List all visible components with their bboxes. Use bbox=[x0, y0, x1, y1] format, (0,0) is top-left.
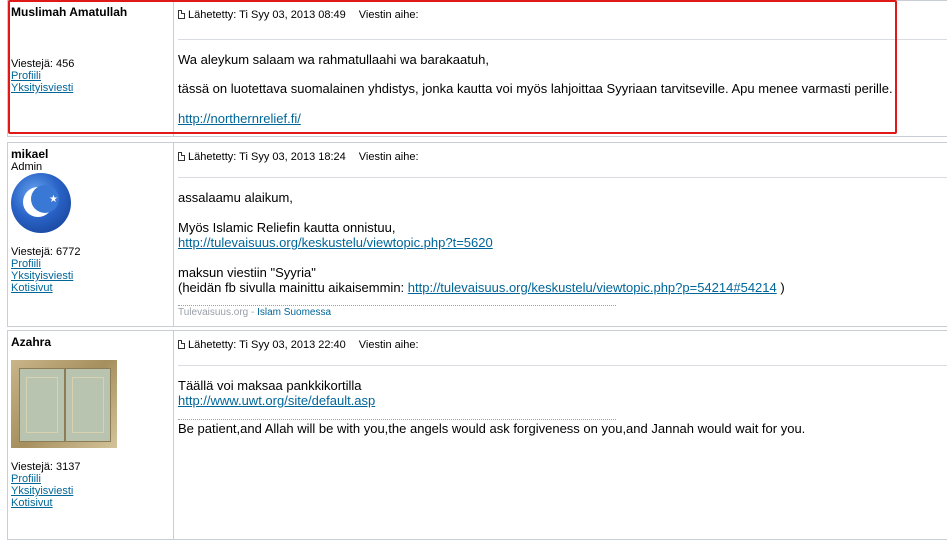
signature-separator bbox=[178, 305, 616, 306]
header-separator bbox=[178, 177, 947, 178]
northernrelief-link[interactable]: http://northernrelief.fi/ bbox=[178, 111, 301, 126]
post-icon[interactable] bbox=[178, 152, 185, 161]
post-subject: Viestin aihe: bbox=[358, 9, 419, 21]
uwt-link[interactable]: http://www.uwt.org/site/default.asp bbox=[178, 393, 375, 408]
post-date: Lähetetty: Ti Syy 03, 2013 22:40 bbox=[188, 339, 346, 351]
signature-site: Tulevaisuus.org bbox=[178, 307, 249, 318]
crescent-star-icon: ★ bbox=[11, 173, 71, 233]
homepage-link[interactable]: Kotisivut bbox=[11, 282, 73, 294]
header-separator bbox=[178, 365, 947, 366]
post-author-panel: Azahra Viestejä: 3137 Profiili Yksityisv… bbox=[8, 331, 174, 539]
post-body: Lähetetty: Ti Syy 03, 2013 18:24 Viestin … bbox=[174, 143, 947, 326]
post-author-panel: Muslimah Amatullah Viestejä: 456 Profiil… bbox=[8, 1, 174, 136]
profile-link[interactable]: Profiili bbox=[11, 473, 73, 485]
homepage-link[interactable]: Kotisivut bbox=[11, 497, 73, 509]
profile-link[interactable]: Profiili bbox=[11, 70, 73, 82]
signature: Tulevaisuus.org - Islam Suomessa bbox=[178, 307, 332, 318]
post-text-line: maksun viestiin "Syyria" bbox=[178, 265, 316, 280]
profile-link[interactable]: Profiili bbox=[11, 258, 73, 270]
post-header: Lähetetty: Ti Syy 03, 2013 22:40 Viestin … bbox=[178, 339, 419, 351]
post-body: Lähetetty: Ti Syy 03, 2013 08:49 Viestin … bbox=[174, 1, 947, 136]
book-image bbox=[11, 360, 117, 448]
author-name: mikael bbox=[11, 147, 49, 161]
post-icon[interactable] bbox=[178, 10, 185, 19]
post-text-line: (heidän fb sivulla mainittu aikaisemmin: bbox=[178, 280, 405, 295]
post-count: Viestejä: 6772 bbox=[11, 246, 81, 258]
author-name: Muslimah Amatullah bbox=[11, 5, 128, 19]
post-text-line: Myös Islamic Reliefin kautta onnistuu, bbox=[178, 220, 396, 235]
private-message-link[interactable]: Yksityisviesti bbox=[11, 485, 73, 497]
private-message-link[interactable]: Yksityisviesti bbox=[11, 82, 73, 94]
author-rank: Admin bbox=[11, 161, 43, 173]
post-text-line: assalaamu alaikum, bbox=[178, 190, 293, 205]
post-header: Lähetetty: Ti Syy 03, 2013 08:49 Viestin … bbox=[178, 9, 419, 21]
post-3: Azahra Viestejä: 3137 Profiili Yksityisv… bbox=[7, 330, 947, 540]
author-name: Azahra bbox=[11, 335, 52, 349]
tulevaisuus-topic-link[interactable]: http://tulevaisuus.org/keskustelu/viewto… bbox=[178, 235, 493, 250]
post-author-panel: mikael Admin ★ Viestejä: 6772 Profiili Y… bbox=[8, 143, 174, 326]
post-text-line: tässä on luotettava suomalainen yhdistys… bbox=[178, 81, 893, 96]
signature-separator bbox=[178, 419, 616, 420]
post-body: Lähetetty: Ti Syy 03, 2013 22:40 Viestin … bbox=[174, 331, 947, 539]
post-text-line: ) bbox=[780, 280, 785, 295]
header-separator bbox=[178, 39, 947, 40]
tulevaisuus-post-link[interactable]: http://tulevaisuus.org/keskustelu/viewto… bbox=[408, 280, 777, 295]
post-date: Lähetetty: Ti Syy 03, 2013 08:49 bbox=[188, 9, 346, 21]
post-count: Viestejä: 456 bbox=[11, 58, 75, 70]
post-icon[interactable] bbox=[178, 340, 185, 349]
post-subject: Viestin aihe: bbox=[358, 339, 419, 351]
post-text-line: Täällä voi maksaa pankkikortilla bbox=[178, 378, 362, 393]
post-date: Lähetetty: Ti Syy 03, 2013 18:24 bbox=[188, 151, 346, 163]
post-header: Lähetetty: Ti Syy 03, 2013 18:24 Viestin … bbox=[178, 151, 419, 163]
post-1: Muslimah Amatullah Viestejä: 456 Profiil… bbox=[7, 0, 947, 137]
private-message-link[interactable]: Yksityisviesti bbox=[11, 270, 73, 282]
post-count: Viestejä: 3137 bbox=[11, 461, 81, 473]
post-subject: Viestin aihe: bbox=[358, 151, 419, 163]
signature-text: Be patient,and Allah will be with you,th… bbox=[178, 421, 806, 436]
forum-thread: Muslimah Amatullah Viestejä: 456 Profiil… bbox=[0, 0, 947, 540]
post-2: mikael Admin ★ Viestejä: 6772 Profiili Y… bbox=[7, 142, 947, 327]
post-text-line: Wa aleykum salaam wa rahmatullaahi wa ba… bbox=[178, 52, 489, 67]
signature-link[interactable]: Islam Suomessa bbox=[257, 307, 331, 318]
